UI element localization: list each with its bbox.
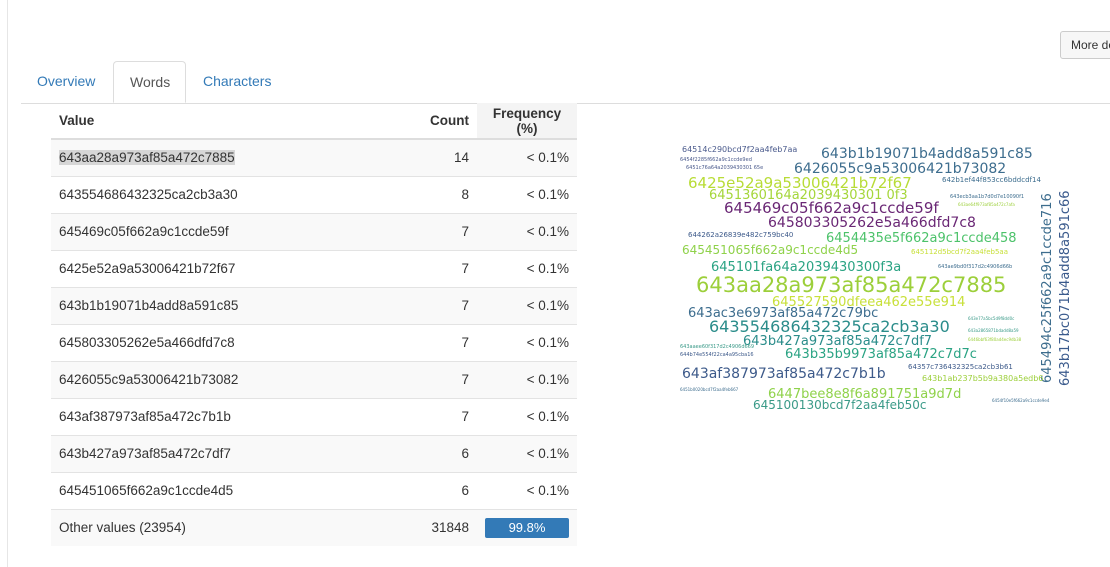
word-cloud-word: 643b35b9973af85a472c7d7c <box>785 347 977 362</box>
row-value[interactable]: 643af387973af85a472c7b1b <box>51 397 411 435</box>
word-cloud-word: 643ac3e6973af85a472c79bc <box>688 306 878 321</box>
word-cloud-word: 645494c25f662a9c1ccde716 <box>1040 193 1055 383</box>
word-cloud-word: 643a2865871bdadd8a59 <box>968 328 1019 333</box>
word-cloud-word: 64514c290bcd7f2aa4feb7aa <box>682 145 797 154</box>
tab-words[interactable]: Words <box>113 61 186 103</box>
row-frequency: < 0.1% <box>477 212 577 250</box>
word-cloud-word: 643aa28a973af85a472c7885 <box>696 273 1006 297</box>
tab-bar: Overview Words Characters <box>21 61 1110 104</box>
row-frequency: < 0.1% <box>477 175 577 213</box>
word-cloud-word: 643ecb3aa1b7d0d7e10090f1 <box>950 194 1024 200</box>
left-border <box>7 0 8 567</box>
row-frequency: < 0.1% <box>477 323 577 361</box>
row-count: 7 <box>411 323 477 361</box>
table-row: 645469c05f662a9c1ccde59f 7 < 0.1% <box>51 212 577 250</box>
tab-characters[interactable]: Characters <box>187 61 287 102</box>
word-cloud-word: 642b1ef44f853cc6bddcdf14 <box>942 176 1041 184</box>
row-value-cell[interactable]: 643aa28a973af85a472c7885 <box>51 138 411 176</box>
frequency-bar: 99.8% <box>485 517 569 538</box>
table-row: 643aa28a973af85a472c7885 14 < 0.1% <box>51 138 577 176</box>
row-count: 7 <box>411 360 477 398</box>
row-value[interactable]: 643554686432325ca2cb3a30 <box>51 175 411 213</box>
row-value[interactable]: 645469c05f662a9c1ccde59f <box>51 212 411 250</box>
word-cloud-word: 6451b0020bcd7f2aa4feb667 <box>680 387 739 392</box>
word-cloud-word: 6426055c9a53006421b73082 <box>794 161 1006 177</box>
other-values-frequency-cell: 99.8% <box>477 508 577 546</box>
word-cloud-word: 643ae9bd0f317d2c4906d66b <box>938 264 1012 270</box>
word-cloud-word: 645112d5bcd7f2aa4feb5aa <box>911 248 1008 256</box>
row-count: 7 <box>411 397 477 435</box>
word-cloud-word: 6454f2285f662a9c1ccde9ed <box>680 157 752 163</box>
table-row: 645451065f662a9c1ccde4d5 6 < 0.1% <box>51 471 577 509</box>
word-cloud-word: 64357c736432325ca2cb3b61 <box>908 363 1013 371</box>
row-frequency: < 0.1% <box>477 249 577 287</box>
table-row: 643af387973af85a472c7b1b 7 < 0.1% <box>51 397 577 435</box>
frequency-column-header: Frequency (%) <box>477 103 577 140</box>
table-row: 643b1b19071b4add8a591c85 7 < 0.1% <box>51 286 577 324</box>
word-cloud-word: 645101fa64a2039430300f3a <box>711 260 901 275</box>
word-cloud-word: 6451c76a64a2039430301 65e <box>686 165 763 171</box>
row-frequency: < 0.1% <box>477 397 577 435</box>
row-value[interactable]: 6426055c9a53006421b73082 <box>51 360 411 398</box>
row-value[interactable]: 643b1b19071b4add8a591c85 <box>51 286 411 324</box>
table-row: 643b427a973af85a472c7df7 6 < 0.1% <box>51 434 577 472</box>
word-cloud: 643aa28a973af85a472c7885643554686432325c… <box>680 145 1073 412</box>
row-count: 6 <box>411 434 477 472</box>
word-cloud-word: 643e77a5bc5d9f8dd0c <box>968 316 1014 321</box>
row-frequency: < 0.1% <box>477 471 577 509</box>
more-details-button[interactable]: More de <box>1060 31 1110 59</box>
row-count: 8 <box>411 175 477 213</box>
row-frequency: < 0.1% <box>477 360 577 398</box>
table-row: 6426055c9a53006421b73082 7 < 0.1% <box>51 360 577 398</box>
row-count: 7 <box>411 286 477 324</box>
row-value[interactable]: 643aa28a973af85a472c7885 <box>59 150 235 166</box>
tab-overview[interactable]: Overview <box>21 61 111 102</box>
table-row: 643554686432325ca2cb3a30 8 < 0.1% <box>51 175 577 213</box>
row-value[interactable]: 643b427a973af85a472c7df7 <box>51 434 411 472</box>
other-values-label: Other values (23954) <box>51 508 411 546</box>
row-frequency: < 0.1% <box>477 138 577 176</box>
table-row: 645803305262e5a466dfd7c8 7 < 0.1% <box>51 323 577 361</box>
word-cloud-word: 6454f10e5f662a9c1ccde9e4 <box>992 398 1050 403</box>
word-cloud-word: 643af387973af85a472c7b1b <box>682 366 886 382</box>
other-values-row: Other values (23954) 31848 99.8% <box>51 508 577 546</box>
row-frequency: < 0.1% <box>477 286 577 324</box>
word-cloud-word: 643b17bc071b4add8a591c66 <box>1058 190 1073 386</box>
row-count: 14 <box>411 138 477 176</box>
row-value[interactable]: 645803305262e5a466dfd7c8 <box>51 323 411 361</box>
row-value[interactable]: 6425e52a9a53006421b72f67 <box>51 249 411 287</box>
word-cloud-word: 643aaee60f317d2c4906d669 <box>680 344 754 350</box>
word-cloud-word: 644b74e554f22ca4a95cba16 <box>680 352 754 358</box>
word-cloud-word: 645100130bcd7f2aa4feb50c <box>753 398 926 412</box>
other-values-count: 31848 <box>411 508 477 546</box>
word-cloud-word: 6446bbf63f80ad4ec9db38 <box>968 337 1022 342</box>
table-header-row: Value Count Frequency (%) <box>51 103 577 140</box>
row-count: 6 <box>411 471 477 509</box>
row-value[interactable]: 645451065f662a9c1ccde4d5 <box>51 471 411 509</box>
word-cloud-word: 644262a26839e482c759bc40 <box>688 231 793 239</box>
value-column-header: Value <box>51 103 411 140</box>
row-frequency: < 0.1% <box>477 434 577 472</box>
row-count: 7 <box>411 212 477 250</box>
word-cloud-word: 6451360164a2039430301 0f3 <box>709 188 908 203</box>
row-count: 7 <box>411 249 477 287</box>
word-cloud-word: 6454435e5f662a9c1ccde458 <box>826 231 1017 246</box>
word-cloud-word: 643b1b19071b4add8a591c85 <box>821 146 1033 162</box>
word-cloud-word: 643b1ab237b5b9a380a5edb6 <box>922 374 1043 383</box>
word-cloud-word: 643ae64f973af85a472c7afa <box>958 202 1015 207</box>
table-row: 6425e52a9a53006421b72f67 7 < 0.1% <box>51 249 577 287</box>
count-column-header: Count <box>411 103 477 140</box>
word-cloud-word: 645803305262e5a466dfd7c8 <box>768 215 976 231</box>
frequency-table: Value Count Frequency (%) 643aa28a973af8… <box>51 103 577 546</box>
